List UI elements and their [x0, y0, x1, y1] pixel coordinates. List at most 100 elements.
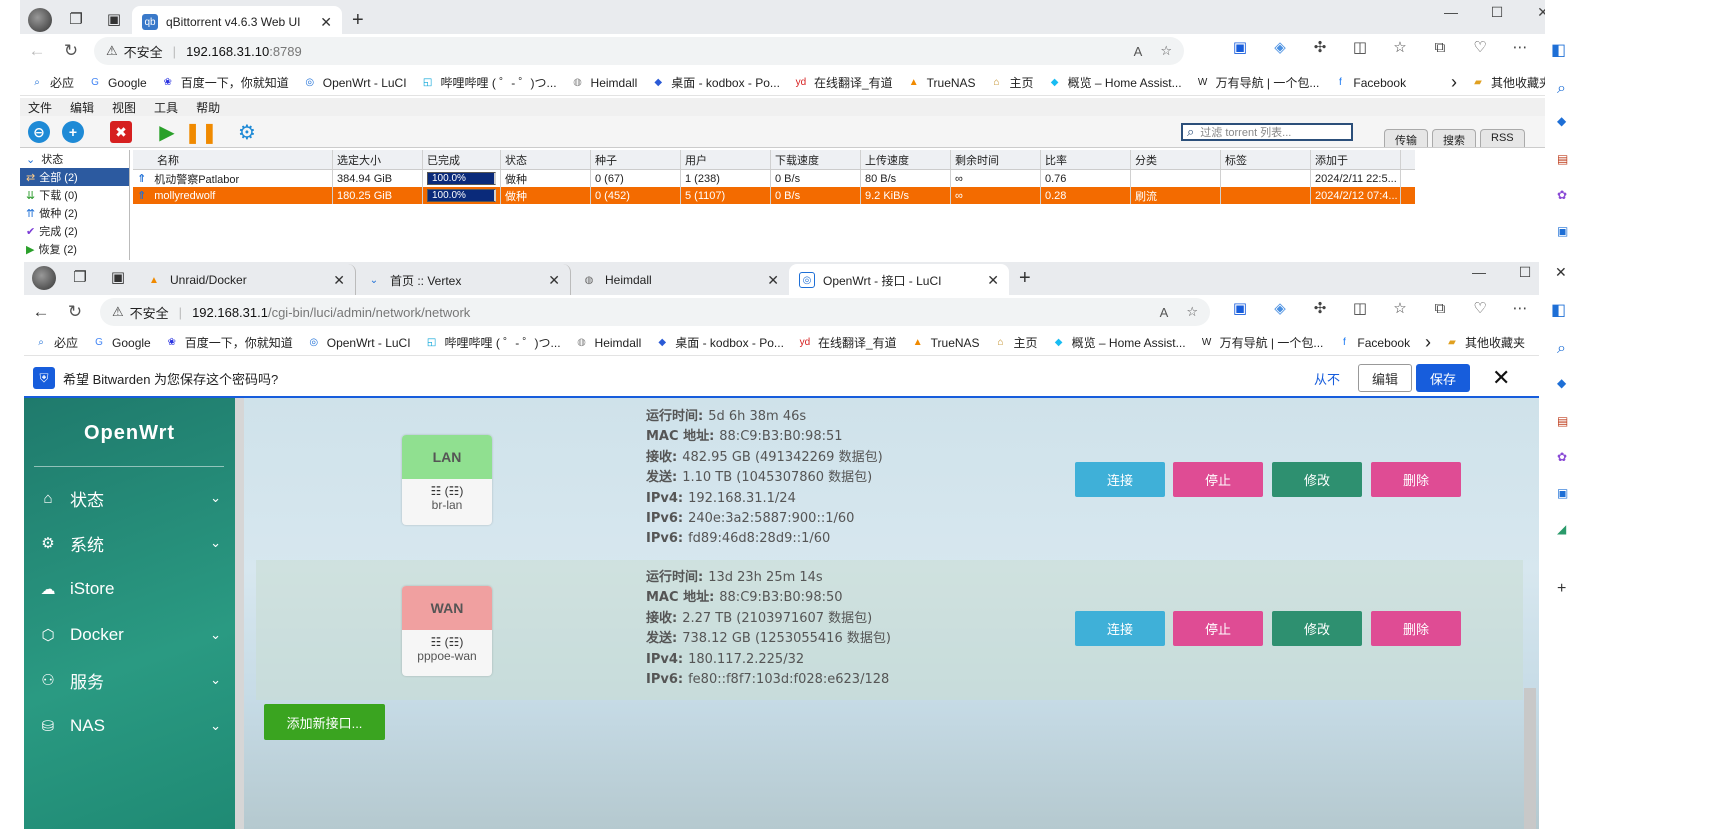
column-header[interactable]: 已完成 [423, 150, 501, 169]
bookmark-item[interactable]: W 万有导航 | 一个包... [1200, 334, 1324, 351]
close-tab-icon[interactable]: ✕ [548, 272, 560, 289]
bookmark-item[interactable]: G Google [92, 336, 151, 350]
filter-resumed[interactable]: ▶ 恢复 (2) [20, 240, 129, 258]
favorites-icon[interactable]: ☆ [1380, 38, 1420, 56]
add-interface-button[interactable]: 添加新接口... [264, 704, 385, 740]
column-header[interactable]: 添加于 [1311, 150, 1401, 169]
filter-downloading[interactable]: ⇊ 下载 (0) [20, 186, 129, 204]
menu-item[interactable]: 工具 [154, 99, 178, 116]
search-icon[interactable]: ⌕ [1557, 340, 1566, 358]
column-header[interactable]: 标签 [1221, 150, 1311, 169]
delete-button[interactable]: 删除 [1371, 462, 1461, 497]
collections-icon[interactable]: ⧉ [1420, 39, 1460, 56]
minimize-icon[interactable]: — [1428, 4, 1474, 21]
column-header[interactable]: 状态 [501, 150, 591, 169]
bookmark-item[interactable]: ◆ 概览 – Home Assist... [1052, 334, 1186, 351]
split-screen-icon[interactable]: ◫ [1340, 38, 1380, 56]
connect-button[interactable]: 连接 [1075, 611, 1165, 646]
reload-icon[interactable]: ↻ [58, 302, 92, 322]
bookmark-item[interactable]: ◆ 桌面 - kodbox - Po... [655, 334, 784, 351]
close-tab-icon[interactable]: ✕ [320, 14, 332, 31]
stop-button[interactable]: 停止 [1173, 462, 1263, 497]
bookmark-item[interactable]: ▲ TrueNAS [911, 336, 980, 350]
outlook-icon[interactable]: ▣ [1557, 486, 1568, 500]
nav-services[interactable]: ⚇ 服务 ⌄ [24, 660, 235, 700]
sidebar-toggle-icon[interactable]: ◧ [1551, 40, 1566, 60]
sidebar-scrollbar[interactable] [235, 398, 244, 829]
bookmark-item[interactable]: yd 在线翻译_有道 [794, 74, 893, 91]
torrent-filter-input[interactable]: ⌕ 过滤 torrent 列表... [1181, 123, 1353, 141]
never-button[interactable]: 从不 [1314, 369, 1340, 388]
column-header[interactable]: 名称 [133, 150, 333, 169]
close-window-icon[interactable]: ✕ [1555, 264, 1567, 281]
bookmark-item[interactable]: ⌂ 主页 [994, 334, 1038, 351]
other-bookmarks-folder[interactable]: ▰ 其他收藏夹 [1445, 334, 1525, 351]
back-icon[interactable]: ← [24, 302, 58, 322]
tag-icon[interactable]: ◆ [1557, 376, 1566, 390]
favorite-star-icon[interactable]: ☆ [1160, 43, 1172, 59]
edit-button[interactable]: 修改 [1272, 462, 1362, 497]
url-box[interactable]: ⚠ 不安全 | 192.168.31.1 /cgi-bin/luci/admin… [100, 298, 1210, 326]
workspaces-icon[interactable]: ❐ [62, 5, 90, 33]
workspaces-icon[interactable]: ❐ [66, 263, 94, 291]
split-screen-icon[interactable]: ◫ [1340, 299, 1380, 317]
edit-button[interactable]: 修改 [1272, 611, 1362, 646]
column-header[interactable]: 选定大小 [333, 150, 423, 169]
bookmark-item[interactable]: ◱ 哔哩哔哩 ( ゜- ゜)つ... [421, 74, 557, 91]
view-tab[interactable]: 搜索 [1432, 129, 1476, 147]
bookmark-item[interactable]: G Google [88, 76, 147, 90]
bookmark-item[interactable]: ◆ 桌面 - kodbox - Po... [651, 74, 780, 91]
tab-actions-icon[interactable]: ▣ [104, 263, 132, 291]
status-header[interactable]: ⌄ 状态 [20, 150, 129, 168]
save-button[interactable]: 保存 [1416, 364, 1470, 392]
column-header[interactable]: 上传速度 [861, 150, 951, 169]
copilot-icon[interactable]: ✿ [1557, 450, 1567, 464]
view-tab[interactable]: RSS [1480, 129, 1525, 147]
bookmark-item[interactable]: ◍ Heimdall [575, 336, 641, 350]
reload-icon[interactable]: ↻ [54, 41, 88, 61]
menu-item[interactable]: 视图 [112, 99, 136, 116]
edit-button[interactable]: 编辑 [1358, 364, 1412, 392]
delete-button[interactable]: 删除 [1371, 611, 1461, 646]
resume-icon[interactable]: ▶ [156, 121, 178, 144]
column-header[interactable]: 种子 [591, 150, 681, 169]
tab-vertex[interactable]: ⌄ 首页 :: Vertex ✕ [356, 264, 571, 296]
close-tab-icon[interactable]: ✕ [333, 272, 345, 289]
bookmark-item[interactable]: yd 在线翻译_有道 [798, 334, 897, 351]
filter-seeding[interactable]: ⇈ 做种 (2) [20, 204, 129, 222]
outlook-icon[interactable]: ▣ [1557, 224, 1568, 238]
nav-docker[interactable]: ⬡ Docker ⌄ [24, 615, 235, 655]
read-aloud-icon[interactable]: A [1160, 305, 1169, 320]
tab-heimdall[interactable]: ◍ Heimdall ✕ [571, 264, 789, 296]
new-tab-icon[interactable]: + [1019, 267, 1031, 290]
toolbox-icon[interactable]: ▤ [1557, 414, 1568, 428]
column-header[interactable]: 比率 [1041, 150, 1131, 169]
bookmark-item[interactable]: f Facebook [1337, 336, 1410, 350]
bookmark-item[interactable]: ⌕ 必应 [34, 334, 78, 351]
column-header[interactable]: 用户 [681, 150, 771, 169]
tab-actions-icon[interactable]: ▣ [100, 5, 128, 33]
add-icon[interactable]: + [1557, 580, 1566, 598]
options-gear-icon[interactable]: ⚙ [236, 121, 258, 144]
minimize-icon[interactable]: — [1456, 264, 1502, 281]
new-tab-icon[interactable]: + [352, 9, 364, 32]
extensions-icon[interactable]: ✣ [1300, 299, 1340, 317]
tag-icon[interactable]: ◆ [1557, 114, 1566, 128]
extension-icon[interactable]: ◈ [1260, 38, 1300, 56]
menu-item[interactable]: 帮助 [196, 99, 220, 116]
close-icon[interactable]: ✕ [1492, 365, 1510, 391]
performance-icon[interactable]: ♡ [1460, 299, 1500, 317]
copilot-icon[interactable]: ✿ [1557, 188, 1567, 202]
maximize-icon[interactable]: ☐ [1502, 264, 1548, 281]
filter-completed[interactable]: ✔ 完成 (2) [20, 222, 129, 240]
nav-nas[interactable]: ⛁ NAS ⌄ [24, 706, 235, 746]
back-icon[interactable]: ← [20, 41, 54, 61]
bookmark-item[interactable]: ❀ 百度一下，你就知道 [165, 334, 293, 351]
connect-button[interactable]: 连接 [1075, 462, 1165, 497]
url-box[interactable]: ⚠ 不安全 | 192.168.31.10 :8789 A ☆ [94, 37, 1184, 65]
page-scrollbar[interactable] [1524, 688, 1536, 829]
bookmark-item[interactable]: f Facebook [1333, 76, 1406, 90]
tab-openwrt[interactable]: ◎ OpenWrt - 接口 - LuCI ✕ [789, 264, 1009, 296]
bookmark-item[interactable]: ▲ TrueNAS [907, 76, 976, 90]
bookmark-item[interactable]: W 万有导航 | 一个包... [1196, 74, 1320, 91]
